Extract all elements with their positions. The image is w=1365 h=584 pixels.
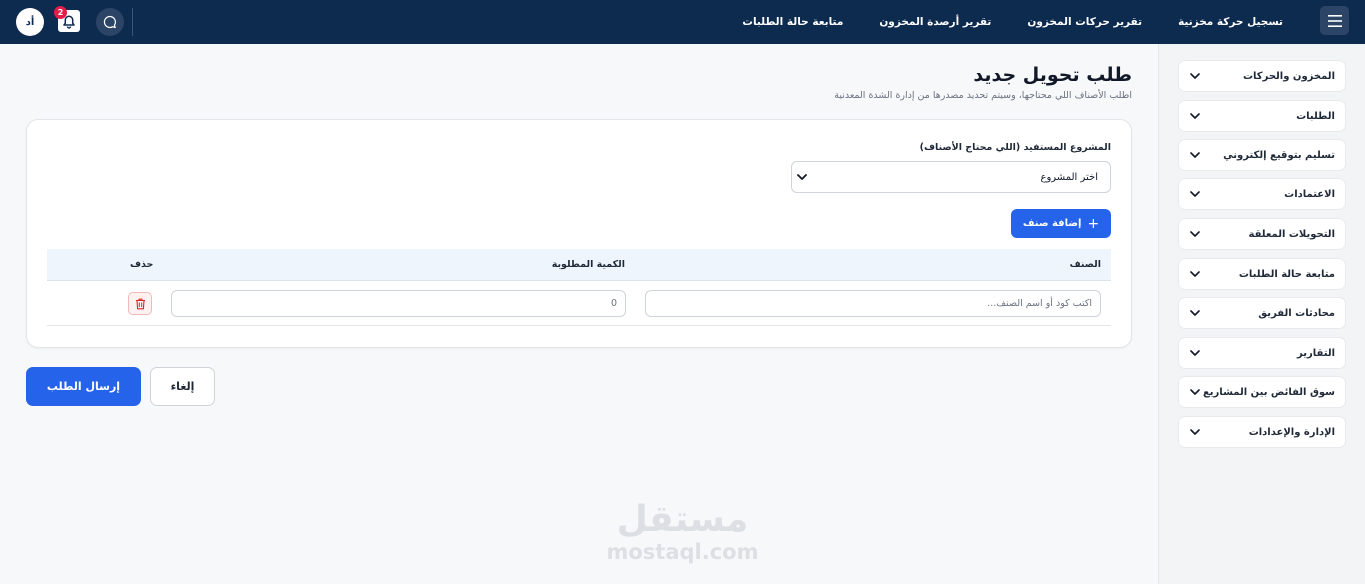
sidebar-item-label: الطلبات [1296,110,1335,122]
sidebar: المخزون والحركات الطلبات تسليم بتوقيع إل… [1158,44,1365,584]
page-title: طلب تحويل جديد [973,64,1132,86]
chevron-down-icon [1189,268,1201,280]
chevron-down-icon [1189,386,1201,398]
chevron-down-icon [1189,149,1201,161]
sidebar-item-orders[interactable]: الطلبات [1178,100,1346,132]
watermark-latin: mostaql.com [606,540,759,564]
sidebar-item-label: متابعة حالة الطلبات [1238,268,1335,280]
plus-icon: + [1087,215,1100,232]
item-search-input[interactable]: اكتب كود أو اسم الصنف... [645,290,1101,317]
table-header: الصنف الكمية المطلوبة حذف [47,249,1111,281]
add-item-label: إضافة صنف [1022,218,1082,229]
column-header-quantity: الكمية المطلوبة [551,259,625,270]
nav-link-movements-report[interactable]: تقرير حركات المخزون [1027,16,1142,28]
chevron-down-icon [1189,228,1201,240]
sidebar-item-surplus-market[interactable]: سوق الفائض بين المشاريع [1178,376,1346,408]
cancel-button[interactable]: إلغاء [150,367,215,406]
item-search-placeholder: اكتب كود أو اسم الصنف... [987,298,1092,309]
submit-request-button[interactable]: إرسال الطلب [26,367,141,406]
sidebar-item-team-chats[interactable]: محادثات الفريق [1178,297,1346,329]
sidebar-item-track-orders[interactable]: متابعة حالة الطلبات [1178,258,1346,290]
project-select[interactable]: اختر المشروع [791,161,1111,193]
sidebar-item-label: التحويلات المعلقة [1248,228,1336,240]
chevron-down-icon [1189,70,1201,82]
sidebar-item-reports[interactable]: التقارير [1178,337,1346,369]
table-row: اكتب كود أو اسم الصنف... 0 [47,281,1111,326]
chat-bubble-icon [103,15,116,29]
chevron-down-icon [796,171,808,183]
nav-link-balances-report[interactable]: تقرير أرصدة المخزون [879,16,991,28]
add-item-button[interactable]: + إضافة صنف [1011,209,1111,238]
sidebar-item-label: التقارير [1297,347,1335,359]
chevron-down-icon [1189,188,1201,200]
user-avatar[interactable]: أد [16,8,44,36]
items-table: الصنف الكمية المطلوبة حذف اكتب كود أو اس… [47,249,1111,326]
chevron-down-icon [1189,426,1201,438]
sidebar-item-admin-settings[interactable]: الإدارة والإعدادات [1178,416,1346,448]
sidebar-item-label: محادثات الفريق [1258,307,1335,319]
sidebar-item-label: المخزون والحركات [1243,70,1335,82]
sidebar-item-e-signature[interactable]: تسليم بتوقيع إلكتروني [1178,139,1346,171]
chevron-down-icon [1189,307,1201,319]
project-field-label: المشروع المستفيد (اللي محتاج الأصناف) [919,142,1111,153]
hamburger-menu-button[interactable] [1320,6,1349,35]
top-nav-links: تسجيل حركة مخزنية تقرير حركات المخزون تق… [742,0,1283,44]
column-header-item: الصنف [1069,259,1101,270]
topbar-divider [132,8,133,36]
project-select-value: اختر المشروع [1040,171,1098,183]
transfer-request-card: المشروع المستفيد (اللي محتاج الأصناف) اخ… [26,119,1132,348]
chat-button[interactable] [96,8,124,36]
mostaql-watermark: مستقل mostaql.com [600,499,765,565]
trash-icon [135,298,145,309]
sidebar-item-label: الاعتمادات [1284,188,1335,200]
sidebar-item-inventory[interactable]: المخزون والحركات [1178,60,1346,92]
hamburger-icon [1327,14,1342,27]
notifications-button[interactable]: 2 [54,6,80,32]
top-navbar: تسجيل حركة مخزنية تقرير حركات المخزون تق… [0,0,1365,44]
sidebar-item-label: سوق الفائض بين المشاريع [1202,386,1335,398]
sidebar-item-approvals[interactable]: الاعتمادات [1178,178,1346,210]
notification-count-badge: 2 [54,6,67,19]
sidebar-item-pending-transfers[interactable]: التحويلات المعلقة [1178,218,1346,250]
page-subtitle: اطلب الأصناف اللي محتاجها، وسيتم تحديد م… [834,90,1132,101]
nav-link-record-movement[interactable]: تسجيل حركة مخزنية [1178,16,1283,28]
nav-link-track-orders[interactable]: متابعة حالة الطلبات [742,16,843,28]
column-header-delete: حذف [130,259,154,270]
quantity-input[interactable]: 0 [171,290,626,317]
sidebar-item-label: تسليم بتوقيع إلكتروني [1223,149,1335,161]
quantity-value: 0 [610,298,617,309]
chevron-down-icon [1189,347,1201,359]
delete-row-button[interactable] [128,292,152,315]
watermark-arabic: مستقل [616,499,749,540]
chevron-down-icon [1189,110,1201,122]
sidebar-item-label: الإدارة والإعدادات [1248,426,1335,438]
